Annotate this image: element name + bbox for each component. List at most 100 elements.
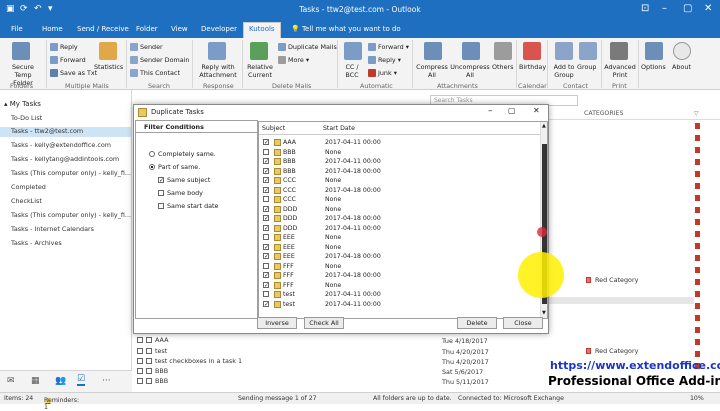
inverse-button[interactable]: Inverse xyxy=(257,317,297,329)
duplicate-mails-button[interactable]: Duplicate Mails xyxy=(278,43,337,51)
flag-icon[interactable] xyxy=(695,219,700,225)
sidebar-item-internet-calendars[interactable]: Tasks - Internet Calendars xyxy=(11,225,94,233)
save-as-txt-button[interactable]: Save as Txt xyxy=(50,69,97,77)
table-row[interactable]: BBB xyxy=(137,367,168,375)
calendar-icon[interactable]: ▦ xyxy=(31,376,40,386)
tab-kutools[interactable]: Kutools xyxy=(243,22,281,38)
add-to-group-button[interactable]: Add to Group xyxy=(551,63,577,79)
grid-row[interactable]: EEE None xyxy=(259,233,539,243)
sidebar-item-tasks-local-2[interactable]: Tasks (This computer only) - kelly_fi... xyxy=(11,211,131,219)
row-checkbox[interactable]: ✓ xyxy=(263,224,269,231)
flag-icon[interactable] xyxy=(695,279,700,285)
zoom-level[interactable]: 10% xyxy=(690,395,704,402)
flag-icon[interactable] xyxy=(695,267,700,273)
flag-icon[interactable] xyxy=(695,255,700,261)
grid-row[interactable]: ✓ AAA 2017-04-11 00:00 xyxy=(259,138,539,148)
flag-icon[interactable] xyxy=(695,243,700,249)
row-checkbox[interactable]: ✓ xyxy=(263,272,269,279)
about-button[interactable]: About xyxy=(672,63,691,71)
dialog-close-icon[interactable]: ✕ xyxy=(533,106,540,115)
grid-row[interactable]: ✓ CCC None xyxy=(259,176,539,186)
subject-column-header[interactable]: Subject xyxy=(262,125,285,132)
delete-button[interactable]: Delete xyxy=(457,317,497,329)
row-checkbox[interactable]: ✓ xyxy=(263,177,269,184)
grid-row[interactable]: ✓ BBB 2017-04-18 00:00 xyxy=(259,167,539,177)
list-row[interactable] xyxy=(549,297,694,304)
grid-row[interactable]: ✓ FFF None xyxy=(259,281,539,291)
tab-view[interactable]: View xyxy=(166,23,193,35)
same-subject-checkbox[interactable]: ✓ Same subject xyxy=(158,176,210,184)
part-of-same-radio[interactable]: Part of same. xyxy=(149,163,200,171)
auto-forward-button[interactable]: Forward ▾ xyxy=(368,43,409,51)
close-icon[interactable]: ✕ xyxy=(704,3,712,14)
scroll-up-icon[interactable]: ▲ xyxy=(542,123,546,129)
maximize-icon[interactable]: ▢ xyxy=(683,3,692,14)
tab-developer[interactable]: Developer xyxy=(196,23,242,35)
grid-row[interactable]: ✓ test 2017-04-11 00:00 xyxy=(259,300,539,310)
statistics-button[interactable]: Statistics xyxy=(94,63,123,71)
uncompress-all-button[interactable]: Uncompress All xyxy=(450,63,490,79)
start-date-column-header[interactable]: Start Date xyxy=(323,125,355,132)
sidebar-item-checklist[interactable]: CheckList xyxy=(11,197,42,205)
row-checkbox[interactable]: ✓ xyxy=(263,300,269,307)
grid-row[interactable]: test 2017-04-11 00:00 xyxy=(259,290,539,300)
sidebar-item-archives[interactable]: Tasks - Archives xyxy=(11,239,62,247)
flag-icon[interactable] xyxy=(695,315,700,321)
cc-bcc-button[interactable]: CC / BCC xyxy=(341,63,363,79)
grid-row[interactable]: ✓ EEE None xyxy=(259,243,539,253)
flag-icon[interactable] xyxy=(695,303,700,309)
table-row[interactable]: BBB xyxy=(137,377,168,385)
same-start-date-checkbox[interactable]: Same start date xyxy=(158,202,219,210)
grid-row[interactable]: ✓ DDD None xyxy=(259,205,539,215)
sidebar-item-tasks-local[interactable]: Tasks (This computer only) - kelly_fi... xyxy=(11,169,131,177)
flag-icon[interactable] xyxy=(695,147,700,153)
minimize-icon[interactable]: – xyxy=(662,3,667,14)
flag-icon[interactable] xyxy=(695,195,700,201)
row-checkbox[interactable] xyxy=(263,262,269,269)
close-button[interactable]: Close xyxy=(503,317,543,329)
grid-row[interactable]: ✓ EEE 2017-04-18 00:00 xyxy=(259,252,539,262)
ribbon-display-icon[interactable]: ⊡ xyxy=(641,3,649,14)
compress-all-button[interactable]: Compress All xyxy=(414,63,450,79)
check-all-button[interactable]: Check All xyxy=(304,317,344,329)
sidebar-item-todo[interactable]: To-Do List xyxy=(11,114,42,122)
mail-icon[interactable]: ✉ xyxy=(7,376,15,386)
sidebar-item-tasks-ttw2[interactable]: Tasks - ttw2@test.com xyxy=(0,127,131,137)
row-checkbox[interactable] xyxy=(263,234,269,240)
categories-column-header[interactable]: CATEGORIES xyxy=(584,110,623,117)
grid-row[interactable]: ✓ CCC 2017-04-18 00:00 xyxy=(259,186,539,196)
row-checkbox[interactable]: ✓ xyxy=(263,243,269,250)
grid-row[interactable]: ✓ DDD 2017-04-18 00:00 xyxy=(259,214,539,224)
grid-row[interactable]: BBB None xyxy=(259,148,539,158)
grid-row[interactable]: ✓ DDD 2017-04-11 00:00 xyxy=(259,224,539,234)
flag-icon[interactable] xyxy=(695,339,700,345)
sender-domain-button[interactable]: Sender Domain xyxy=(130,56,189,64)
scroll-down-icon[interactable]: ▼ xyxy=(542,310,546,316)
flag-icon[interactable] xyxy=(695,135,700,141)
dialog-minimize-icon[interactable]: – xyxy=(488,106,493,116)
flag-icon[interactable] xyxy=(695,171,700,177)
others-button[interactable]: Others xyxy=(492,63,513,71)
people-icon[interactable]: 👥 xyxy=(55,376,66,386)
flag-icon[interactable] xyxy=(695,123,700,129)
flag-icon[interactable] xyxy=(695,351,700,357)
birthday-button[interactable]: Birthday xyxy=(519,63,546,71)
forward-button[interactable]: Forward xyxy=(50,56,86,64)
flag-icon[interactable] xyxy=(695,291,700,297)
auto-reply-button[interactable]: Reply ▾ xyxy=(368,56,401,64)
row-checkbox[interactable] xyxy=(263,291,269,297)
flag-icon[interactable] xyxy=(695,327,700,333)
relative-current-button[interactable]: Relative Current xyxy=(245,63,275,79)
grid-row[interactable]: ✓ FFF 2017-04-18 00:00 xyxy=(259,271,539,281)
flag-icon[interactable] xyxy=(695,159,700,165)
tab-folder[interactable]: Folder xyxy=(131,23,163,35)
sidebar-item-tasks-kellytang[interactable]: Tasks - kellytang@addintools.com xyxy=(11,155,119,163)
dialog-maximize-icon[interactable]: ▢ xyxy=(508,106,516,115)
options-button[interactable]: Options xyxy=(641,63,666,71)
grid-row[interactable]: FFF None xyxy=(259,262,539,272)
sidebar-item-tasks-kelly[interactable]: Tasks - kelly@extendoffice.com xyxy=(11,141,111,149)
table-row[interactable]: test checkboxes in a task 1 xyxy=(137,357,242,365)
tab-home[interactable]: Home xyxy=(37,23,68,35)
tab-file[interactable]: File xyxy=(6,23,28,35)
row-checkbox[interactable]: ✓ xyxy=(263,205,269,212)
